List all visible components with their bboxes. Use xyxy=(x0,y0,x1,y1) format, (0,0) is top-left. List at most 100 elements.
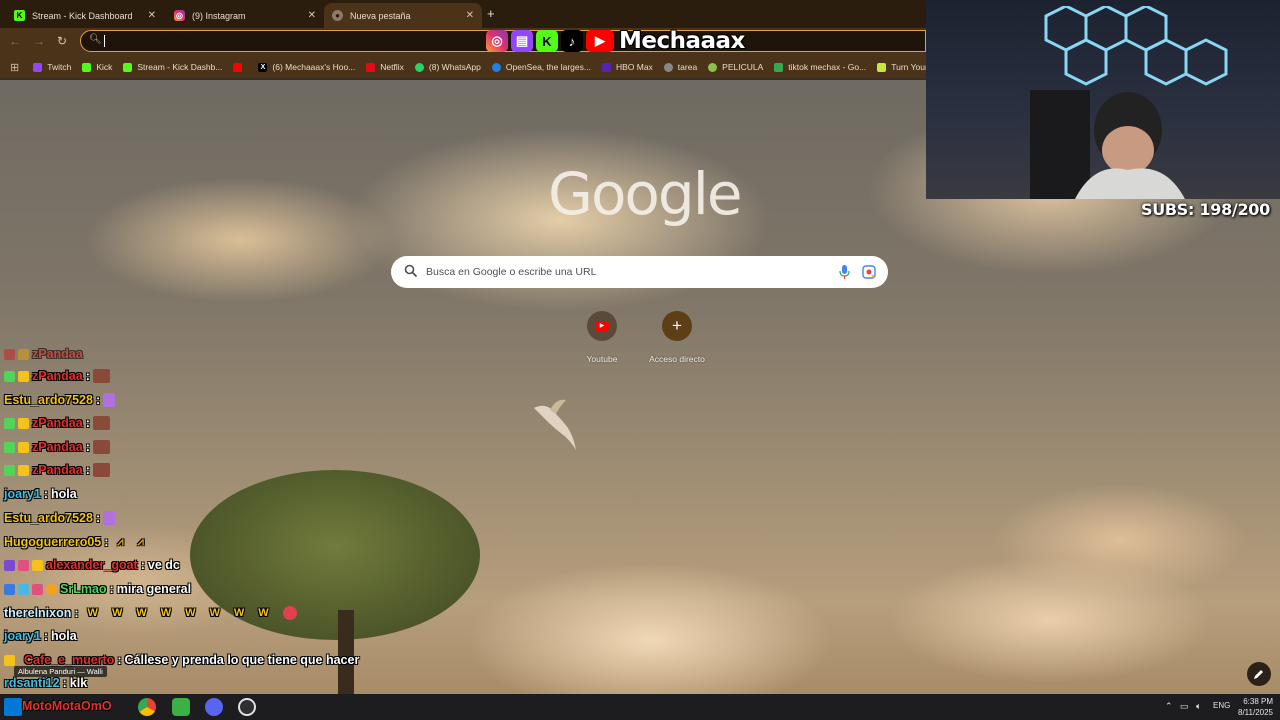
taskbar-clock[interactable]: 6:38 PM 8/11/2025 xyxy=(1238,696,1273,718)
w-emote-icon: W xyxy=(209,607,220,619)
close-icon[interactable]: ✕ xyxy=(148,10,156,21)
badge-icon xyxy=(4,559,15,571)
chrome-icon: ● xyxy=(332,10,343,21)
google-lens-icon[interactable] xyxy=(862,265,876,279)
bookmark-pelicula[interactable]: PELICULA xyxy=(708,62,763,72)
network-icon[interactable]: ▭ xyxy=(1180,701,1189,712)
chat-username: joary1 xyxy=(4,629,41,643)
youtube-icon: ▶ xyxy=(586,30,614,52)
badge-icon xyxy=(4,348,15,360)
volume-icon[interactable]: 🔈︎ xyxy=(1196,701,1201,712)
opensea-icon xyxy=(491,62,501,72)
hbomax-icon xyxy=(601,62,611,72)
search-icon: 🔍︎ xyxy=(89,34,102,45)
clock-time: 6:38 PM xyxy=(1243,697,1273,706)
reload-icon[interactable]: ↻ xyxy=(57,34,67,48)
bookmark-tarea[interactable]: tarea xyxy=(663,62,697,72)
close-icon[interactable]: ✕ xyxy=(466,10,474,21)
tab-title: Nueva pestaña xyxy=(350,10,411,21)
chevron-up-icon[interactable]: ⌃ xyxy=(1165,701,1173,712)
emote-icon xyxy=(92,369,110,383)
bookmark-kick[interactable]: Kick xyxy=(82,62,112,72)
tab-title: (9) Instagram xyxy=(192,10,246,21)
emote-icon xyxy=(282,606,297,620)
bookmark-hbomax[interactable]: HBO Max xyxy=(601,62,653,72)
microphone-icon[interactable] xyxy=(839,265,850,279)
wallpaper-bird xyxy=(534,399,576,450)
google-search-box[interactable]: Busca en Google o escribe una URL xyxy=(391,256,888,288)
chat-message: zPandaa : xyxy=(4,416,110,430)
tab-instagram[interactable]: ◎ (9) Instagram ✕ xyxy=(166,3,324,28)
bookmark-label: Kick xyxy=(96,62,113,72)
bookmark-kick-dashboard[interactable]: Stream - Kick Dashb... xyxy=(123,62,222,72)
customize-chrome-pencil-icon[interactable] xyxy=(1247,662,1271,686)
kick-icon: K xyxy=(536,30,558,52)
bookmark-youtube[interactable] xyxy=(233,62,247,72)
search-placeholder: Busca en Google o escribe una URL xyxy=(426,266,597,278)
sub-badge-icon xyxy=(18,464,29,476)
chat-username: SrLmao xyxy=(60,582,107,596)
chat-message: rdsanti12 : klk xyxy=(4,676,88,690)
tab-strip: K Stream - Kick Dashboard ✕ ◎ (9) Instag… xyxy=(0,0,926,28)
chat-text: hola xyxy=(51,629,77,643)
chat-message: zPandaa : xyxy=(4,440,110,454)
clock-date: 8/11/2025 xyxy=(1238,708,1273,717)
bookmark-opensea[interactable]: OpenSea, the larges... xyxy=(491,62,591,72)
chat-message: joary1 : hola xyxy=(4,629,77,643)
back-arrow-icon[interactable]: ← xyxy=(9,34,21,48)
emote-icon xyxy=(92,416,110,430)
globe-icon xyxy=(663,62,673,72)
chat-message: zPandaa : xyxy=(4,463,110,477)
sub-badge-icon xyxy=(18,370,29,382)
w-emote-icon: W xyxy=(160,607,172,619)
chat-username: Hugoguerrero05 xyxy=(4,535,102,549)
wallpaper-tree-trunk xyxy=(338,610,354,694)
bookmark-netflix[interactable]: Netflix xyxy=(366,62,404,72)
discord-icon[interactable] xyxy=(205,698,223,716)
kick-icon: K xyxy=(14,10,25,21)
emote-icon xyxy=(103,393,116,407)
xbox-icon[interactable] xyxy=(172,698,190,716)
chat-message: therelnixon : W W W W W W W W xyxy=(4,606,297,620)
apps-grid-icon[interactable]: ⊞ xyxy=(10,61,19,74)
plus-badge-icon xyxy=(4,370,15,382)
bookmark-whatsapp[interactable]: (8) WhatsApp xyxy=(414,62,481,72)
tab-kick-dashboard[interactable]: K Stream - Kick Dashboard ✕ xyxy=(6,3,164,28)
chat-text: mira general xyxy=(116,582,192,596)
instagram-icon: ◎ xyxy=(486,30,508,52)
tab-new-tab[interactable]: ● Nueva pestaña ✕ xyxy=(324,3,482,28)
shortcut-add[interactable]: + Acceso directo xyxy=(637,311,717,364)
streamer-name: Mechaaax xyxy=(619,28,745,54)
x-icon: X xyxy=(258,62,268,72)
windows-start-icon[interactable] xyxy=(4,698,22,716)
whatsapp-icon xyxy=(414,62,424,72)
forward-arrow-icon[interactable]: → xyxy=(33,34,45,48)
google-logo: Google xyxy=(548,160,743,228)
bookmark-twitch[interactable]: Twitch xyxy=(33,62,71,72)
w-emote-icon: W xyxy=(185,607,196,619)
shortcut-youtube[interactable]: ▶ Youtube xyxy=(562,311,642,364)
w-emote-icon: W xyxy=(87,607,98,619)
language-indicator[interactable]: ENG xyxy=(1213,701,1230,710)
kick-icon xyxy=(123,62,133,72)
emote-icon: ⩘ xyxy=(117,535,124,548)
chat-text: Cállese y prenda lo que tiene que hacer xyxy=(124,653,360,667)
w-emote-icon: W xyxy=(136,607,147,619)
bookmark-label: (8) WhatsApp xyxy=(428,62,481,72)
bookmark-x[interactable]: X (6) Mechaaax's Hoo... xyxy=(258,62,355,72)
chat-username: Estu_ardo7528 xyxy=(4,511,93,525)
skins-icon xyxy=(877,62,887,72)
obs-icon[interactable] xyxy=(238,698,256,716)
w-emote-icon: W xyxy=(111,607,123,619)
new-tab-plus-icon[interactable]: + xyxy=(487,6,495,21)
bookmark-skins[interactable]: Turn Your Skins in xyxy=(877,62,926,72)
chrome-icon[interactable] xyxy=(138,698,156,716)
badge-icon xyxy=(4,583,15,595)
close-icon[interactable]: ✕ xyxy=(308,10,316,21)
w-emote-icon: W xyxy=(258,607,269,619)
chat-username: rdsanti12 xyxy=(4,676,60,690)
chat-username: Cafe_e_muerto xyxy=(24,653,115,667)
bookmark-tiktok-drive[interactable]: tiktok mechax - Go... xyxy=(774,62,866,72)
emote-icon xyxy=(92,440,110,454)
bookmark-label: HBO Max xyxy=(615,62,653,72)
